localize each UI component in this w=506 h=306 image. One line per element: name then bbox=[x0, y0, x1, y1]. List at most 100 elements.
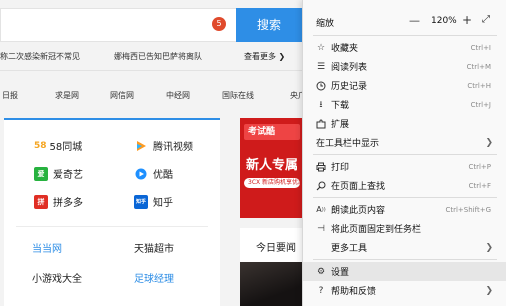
star-icon: ☆ bbox=[316, 42, 326, 53]
menu-shortcut: Ctrl+P bbox=[468, 162, 491, 171]
ad-promo-strip: 3CX 新店购机享优惠 bbox=[244, 178, 300, 188]
site-link[interactable]: 中经网 bbox=[166, 90, 190, 101]
chevron-right-icon: ❯ bbox=[485, 137, 493, 148]
site-label: 优酷 bbox=[153, 170, 173, 181]
site-label: 知乎 bbox=[153, 198, 173, 209]
menu-item-help-feedback[interactable]: ? 帮助和反馈 ❯ bbox=[303, 281, 506, 300]
zhihu-icon: 知乎 bbox=[134, 194, 148, 209]
zoom-in-button[interactable]: + bbox=[462, 13, 472, 27]
divider bbox=[16, 226, 208, 227]
menu-separator bbox=[313, 197, 497, 198]
gear-icon: ⚙ bbox=[316, 266, 326, 277]
divider bbox=[0, 70, 302, 71]
ad-logo: 考试酷 bbox=[244, 124, 300, 140]
download-icon: ⭳ bbox=[319, 99, 323, 110]
menu-item-pin-to-taskbar[interactable]: ⊣ 将此页面固定到任务栏 bbox=[303, 219, 506, 238]
menu-item-label: 在页面上查找 bbox=[331, 182, 386, 192]
tencent-video-icon bbox=[134, 139, 148, 153]
menu-item-reading-list[interactable]: ☰ 阅读列表 Ctrl+M bbox=[303, 57, 506, 76]
menu-separator bbox=[313, 259, 497, 260]
site-link-row: 日报 求是网 网信网 中经网 国际在线 央广 bbox=[0, 88, 306, 104]
menu-item-read-aloud[interactable]: A)) 朗读此页内容 Ctrl+Shift+G bbox=[303, 200, 506, 219]
menu-item-label: 扩展 bbox=[331, 120, 350, 130]
menu-item-label: 历史记录 bbox=[331, 82, 368, 92]
extension-puzzle-icon bbox=[315, 118, 327, 130]
hot-search-item[interactable]: 娜梅西已告知巴萨将离队 bbox=[114, 51, 202, 62]
menu-item-print[interactable]: 打印 Ctrl+P bbox=[303, 157, 506, 176]
zoom-label: 缩放 bbox=[316, 19, 335, 29]
search-button[interactable]: 搜索 bbox=[236, 8, 302, 42]
menu-item-label: 打印 bbox=[331, 163, 350, 173]
menu-shortcut: Ctrl+H bbox=[467, 81, 491, 90]
youku-icon bbox=[134, 167, 148, 181]
menu-separator bbox=[313, 154, 497, 155]
fullscreen-button[interactable]: ⤢ bbox=[482, 14, 490, 25]
menu-item-history[interactable]: 历史记录 Ctrl+H bbox=[303, 76, 506, 95]
menu-item-favorites[interactable]: ☆ 收藏夹 Ctrl+I bbox=[303, 38, 506, 57]
menu-item-label: 收藏夹 bbox=[331, 44, 359, 54]
menu-item-label: 下载 bbox=[331, 101, 350, 111]
news-tab-bar: 今日要闻 bbox=[240, 228, 302, 262]
site-label: 拼多多 bbox=[53, 198, 83, 209]
menu-item-downloads[interactable]: ⭳ 下载 Ctrl+J bbox=[303, 95, 506, 114]
site-youku[interactable]: 优酷 bbox=[134, 166, 173, 181]
site-link[interactable]: 国际在线 bbox=[222, 90, 254, 101]
browser-settings-menu: 缩放 — 120% + ⤢ ☆ 收藏夹 Ctrl+I ☰ 阅读列表 Ctrl+M… bbox=[302, 0, 506, 306]
news-image[interactable] bbox=[240, 262, 302, 306]
site-tmall-supermarket[interactable]: 天猫超市 bbox=[134, 240, 174, 255]
view-more-link[interactable]: 查看更多 ❯ bbox=[244, 51, 285, 62]
site-label: 腾讯视频 bbox=[153, 142, 193, 153]
zoom-out-button[interactable]: — bbox=[409, 14, 420, 27]
pinduoduo-icon: 拼 bbox=[34, 194, 48, 209]
menu-item-label: 阅读列表 bbox=[331, 63, 368, 73]
history-icon bbox=[315, 80, 327, 92]
site-label: 爱奇艺 bbox=[53, 170, 83, 181]
reading-list-icon: ☰ bbox=[316, 61, 326, 72]
menu-item-extensions[interactable]: 扩展 bbox=[303, 114, 506, 133]
chevron-right-icon: ❯ bbox=[485, 285, 493, 296]
menu-item-find-on-page[interactable]: 在页面上查找 Ctrl+F bbox=[303, 176, 506, 195]
menu-shortcut: Ctrl+I bbox=[470, 43, 491, 52]
site-link[interactable]: 网信网 bbox=[110, 90, 134, 101]
site-58[interactable]: 58 58同城 bbox=[34, 138, 83, 154]
site-dangdang[interactable]: 当当网 bbox=[32, 240, 62, 255]
site-tencent-video[interactable]: 腾讯视频 bbox=[134, 138, 193, 153]
menu-shortcut: Ctrl+Shift+G bbox=[445, 205, 491, 214]
chevron-right-icon: ❯ bbox=[485, 242, 493, 253]
menu-item-label: 在工具栏中显示 bbox=[316, 139, 380, 149]
menu-separator bbox=[313, 35, 497, 36]
site-zhihu[interactable]: 知乎 知乎 bbox=[134, 194, 173, 209]
iqiyi-icon: 爱 bbox=[34, 166, 48, 181]
popular-sites-panel: 58 58同城 腾讯视频 爱 爱奇艺 优酷 拼 拼多多 知乎 知乎 当当网 天猫… bbox=[4, 118, 220, 306]
menu-item-settings[interactable]: ⚙ 设置 bbox=[303, 262, 506, 281]
site-mini-games[interactable]: 小游戏大全 bbox=[32, 270, 82, 285]
site-link[interactable]: 求是网 bbox=[55, 90, 79, 101]
menu-item-label: 帮助和反馈 bbox=[331, 287, 377, 297]
58-logo-icon: 58 bbox=[34, 140, 47, 151]
hot-search-row: 称二次感染新冠不常见 娜梅西已告知巴萨将离队 查看更多 ❯ bbox=[0, 48, 302, 66]
site-pinduoduo[interactable]: 拼 拼多多 bbox=[34, 194, 83, 209]
menu-item-label: 朗读此页内容 bbox=[331, 206, 386, 216]
printer-icon bbox=[315, 161, 327, 173]
help-icon: ? bbox=[318, 285, 324, 296]
ad-title: 新人专属 bbox=[246, 158, 299, 173]
zoom-row: 缩放 — 120% + ⤢ bbox=[303, 12, 506, 32]
pin-icon: ⊣ bbox=[317, 223, 325, 234]
menu-item-more-tools[interactable]: 更多工具 ❯ bbox=[303, 238, 506, 257]
site-label: 58同城 bbox=[49, 142, 83, 153]
menu-shortcut: Ctrl+F bbox=[468, 181, 491, 190]
search-input[interactable] bbox=[0, 8, 236, 42]
site-football-manager[interactable]: 足球经理 bbox=[134, 270, 174, 285]
tab-today-news[interactable]: 今日要闻 bbox=[256, 239, 296, 254]
search-icon bbox=[315, 180, 327, 192]
hot-search-item[interactable]: 称二次感染新冠不常见 bbox=[0, 51, 80, 62]
read-aloud-icon: A)) bbox=[316, 205, 326, 214]
menu-shortcut: Ctrl+M bbox=[466, 62, 491, 71]
ad-banner[interactable]: 考试酷 新人专属 3CX 新店购机享优惠 bbox=[240, 118, 302, 218]
menu-item-show-in-toolbar[interactable]: 在工具栏中显示 ❯ bbox=[303, 133, 506, 152]
site-iqiyi[interactable]: 爱 爱奇艺 bbox=[34, 166, 83, 181]
menu-item-label: 更多工具 bbox=[331, 244, 368, 254]
menu-shortcut: Ctrl+J bbox=[470, 100, 491, 109]
site-link[interactable]: 日报 bbox=[2, 90, 18, 101]
menu-item-label: 设置 bbox=[331, 268, 350, 278]
